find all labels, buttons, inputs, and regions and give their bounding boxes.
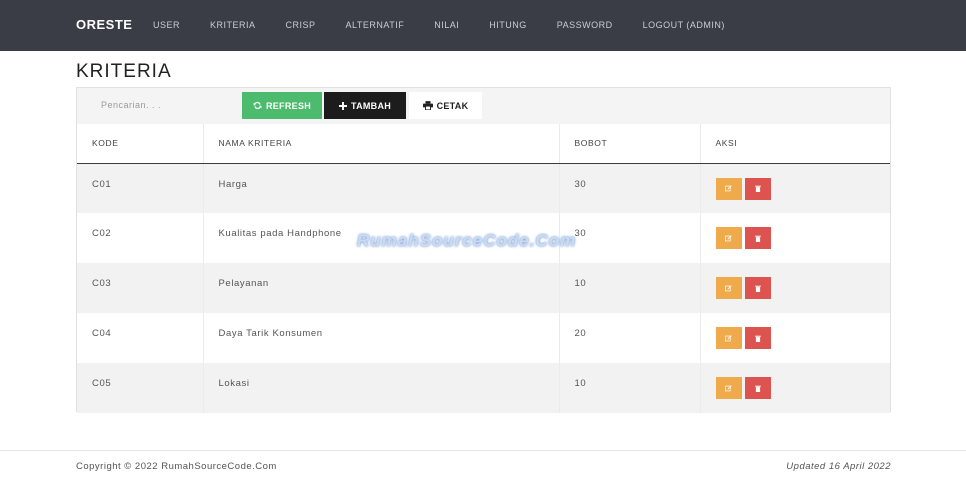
table-row: C02 Kualitas pada Handphone 30	[77, 213, 890, 263]
page-title: KRITERIA	[76, 61, 172, 82]
nav-item-password[interactable]: PASSWORD	[542, 0, 628, 51]
cell-kode: C04	[77, 313, 204, 363]
kriteria-table-wrapper: KODE NAMA KRITERIA BOBOT AKSI C01 Harga …	[77, 124, 890, 413]
copyright-text: Copyright © 2022 RumahSourceCode.Com	[76, 461, 277, 472]
table-row: C01 Harga 30	[77, 163, 890, 213]
cell-nama: Pelayanan	[203, 263, 560, 313]
edit-button[interactable]	[715, 377, 742, 399]
cetak-button[interactable]: CETAK	[409, 92, 482, 119]
updated-text: Updated 16 April 2022	[786, 461, 891, 472]
nav-item-nilai[interactable]: NILAI	[419, 0, 474, 51]
nav-item-user[interactable]: USER	[138, 0, 195, 51]
refresh-button[interactable]: REFRESH	[242, 92, 322, 119]
table-row: C03 Pelayanan 10	[77, 263, 890, 313]
cell-kode: C01	[77, 163, 204, 213]
tambah-button[interactable]: TAMBAH	[324, 92, 406, 119]
cell-bobot: 10	[559, 263, 701, 313]
delete-button[interactable]	[744, 177, 771, 200]
print-icon	[422, 101, 433, 110]
cell-nama: Daya Tarik Konsumen	[203, 313, 560, 363]
edit-icon	[725, 284, 732, 291]
cell-aksi	[700, 363, 890, 413]
nav-item-kriteria[interactable]: KRITERIA	[195, 0, 271, 51]
table-row: C05 Lokasi 10	[77, 363, 890, 413]
trash-icon	[754, 385, 761, 392]
refresh-icon	[253, 101, 262, 110]
refresh-label: REFRESH	[265, 100, 312, 111]
toolbar: REFRESH TAMBAH CETAK	[77, 88, 890, 123]
table-row: C04 Daya Tarik Konsumen 20	[77, 313, 890, 363]
cetak-label: CETAK	[436, 100, 469, 111]
nav-item-crisp[interactable]: CRISP	[271, 0, 331, 51]
cell-nama: Kualitas pada Handphone	[203, 213, 560, 263]
nav-item-logout[interactable]: LOGOUT (ADMIN)	[628, 0, 740, 51]
delete-button[interactable]	[744, 277, 771, 299]
header-aksi: AKSI	[700, 124, 890, 164]
cell-aksi	[700, 213, 890, 263]
trash-icon	[754, 235, 761, 242]
cell-aksi	[700, 163, 890, 213]
cell-kode: C05	[77, 363, 204, 413]
delete-button[interactable]	[744, 327, 771, 349]
cell-bobot: 30	[559, 163, 701, 213]
cell-kode: C03	[77, 263, 204, 313]
cell-bobot: 30	[559, 213, 701, 263]
nav-item-hitung[interactable]: HITUNG	[474, 0, 542, 51]
edit-button[interactable]	[715, 327, 742, 349]
cell-bobot: 10	[559, 363, 701, 413]
edit-button[interactable]	[715, 277, 742, 299]
trash-icon	[754, 285, 761, 292]
edit-icon	[725, 384, 732, 391]
cell-aksi	[700, 263, 890, 313]
header-kode: KODE	[77, 124, 204, 164]
cell-nama: Harga	[203, 163, 560, 213]
edit-icon	[725, 234, 732, 241]
nav-menu: USER KRITERIA CRISP ALTERNATIF NILAI HIT…	[138, 0, 740, 51]
delete-button[interactable]	[744, 227, 771, 249]
edit-icon	[725, 334, 732, 341]
trash-icon	[754, 185, 761, 192]
kriteria-panel: REFRESH TAMBAH CETAK KODE NAMA KRITERIA	[76, 87, 891, 413]
cell-bobot: 20	[559, 313, 701, 363]
header-nama-kriteria: NAMA KRITERIA	[203, 124, 560, 164]
plus-icon	[338, 101, 347, 110]
trash-icon	[754, 335, 761, 342]
cell-nama: Lokasi	[203, 363, 560, 413]
edit-button[interactable]	[715, 227, 742, 249]
cell-kode: C02	[77, 213, 204, 263]
header-bobot: BOBOT	[559, 124, 701, 164]
search-input[interactable]	[91, 93, 241, 117]
tambah-label: TAMBAH	[350, 100, 392, 111]
nav-item-alternatif[interactable]: ALTERNATIF	[331, 0, 420, 51]
footer: Copyright © 2022 RumahSourceCode.Com Upd…	[0, 450, 966, 482]
kriteria-table: KODE NAMA KRITERIA BOBOT AKSI C01 Harga …	[77, 124, 890, 413]
edit-button[interactable]	[715, 177, 742, 200]
table-header-row: KODE NAMA KRITERIA BOBOT AKSI	[77, 124, 890, 164]
brand-logo[interactable]: ORESTE	[76, 17, 132, 32]
top-navbar: ORESTE USER KRITERIA CRISP ALTERNATIF NI…	[0, 0, 966, 51]
edit-icon	[725, 185, 732, 192]
delete-button[interactable]	[744, 377, 771, 399]
cell-aksi	[700, 313, 890, 363]
